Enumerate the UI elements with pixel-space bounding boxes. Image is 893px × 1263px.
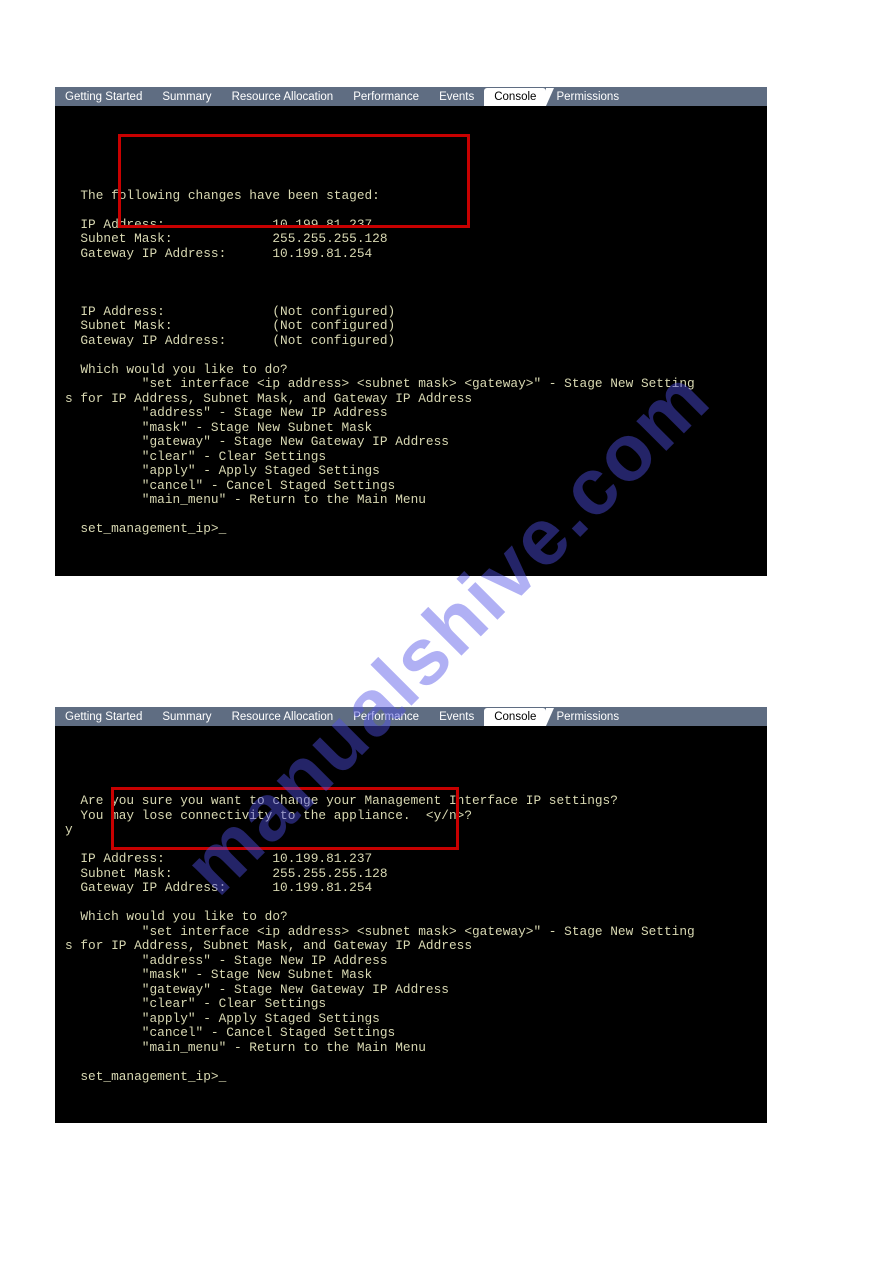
- console-output-1[interactable]: The following changes have been staged: …: [55, 106, 767, 576]
- tab-resource-allocation[interactable]: Resource Allocation: [222, 708, 344, 726]
- tab-bar-1: Getting Started Summary Resource Allocat…: [55, 87, 767, 106]
- tab-summary[interactable]: Summary: [152, 88, 221, 106]
- page: manualshive.com Getting Started Summary …: [0, 0, 893, 1263]
- tab-events[interactable]: Events: [429, 88, 484, 106]
- console-text-1: The following changes have been staged: …: [65, 160, 767, 537]
- tab-performance[interactable]: Performance: [343, 708, 429, 726]
- tab-getting-started[interactable]: Getting Started: [55, 708, 152, 726]
- tab-console[interactable]: Console: [484, 88, 546, 106]
- tab-getting-started[interactable]: Getting Started: [55, 88, 152, 106]
- console-output-2[interactable]: Are you sure you want to change your Man…: [55, 726, 767, 1123]
- console-text-2: Are you sure you want to change your Man…: [65, 780, 767, 1085]
- console-panel-2: Getting Started Summary Resource Allocat…: [55, 707, 767, 1123]
- tab-performance[interactable]: Performance: [343, 88, 429, 106]
- tab-console[interactable]: Console: [484, 708, 546, 726]
- tab-bar-2: Getting Started Summary Resource Allocat…: [55, 707, 767, 726]
- tab-resource-allocation[interactable]: Resource Allocation: [222, 88, 344, 106]
- tab-events[interactable]: Events: [429, 708, 484, 726]
- tab-permissions[interactable]: Permissions: [546, 708, 629, 726]
- console-panel-1: Getting Started Summary Resource Allocat…: [55, 87, 767, 576]
- tab-summary[interactable]: Summary: [152, 708, 221, 726]
- tab-permissions[interactable]: Permissions: [546, 88, 629, 106]
